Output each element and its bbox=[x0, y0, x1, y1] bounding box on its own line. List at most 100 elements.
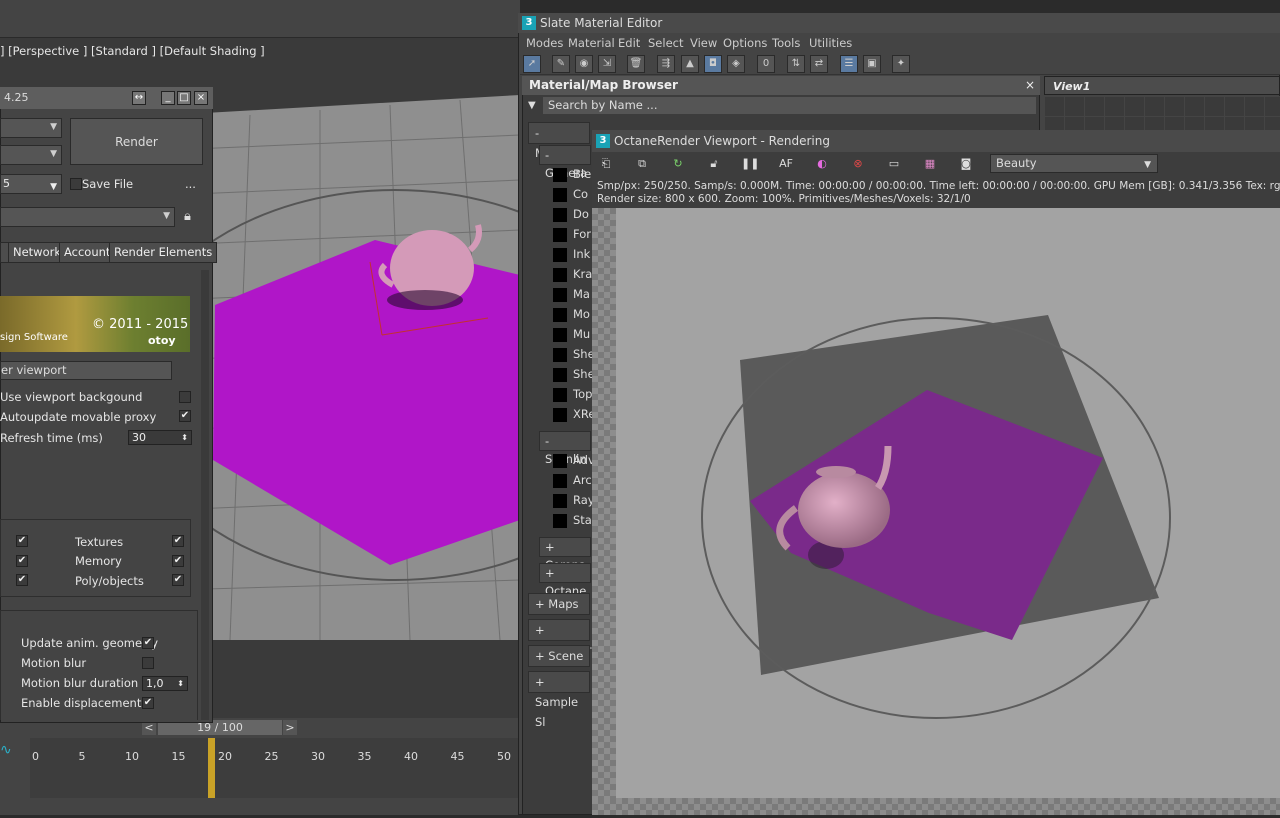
motion-blur-duration-spinner[interactable]: 1,0 ⬍ bbox=[142, 676, 188, 691]
material-item[interactable]: Kra bbox=[553, 267, 593, 285]
viewport-label[interactable]: ] [Perspective ] [Standard ] [Default Sh… bbox=[0, 44, 265, 58]
render-viewport-button[interactable]: er viewport bbox=[0, 361, 172, 380]
use-viewport-background-checkbox[interactable] bbox=[179, 391, 191, 403]
material-item[interactable]: Do bbox=[553, 207, 593, 225]
view-dropdown[interactable]: ▼ bbox=[0, 207, 175, 227]
close-button[interactable]: × bbox=[194, 91, 208, 105]
category-general[interactable]: - Genera bbox=[539, 145, 591, 180]
render-pass-dropdown[interactable]: Beauty ▼ bbox=[990, 154, 1158, 173]
render-button[interactable]: Render bbox=[70, 118, 203, 165]
menu-utilities[interactable]: Utilities bbox=[809, 36, 852, 50]
category-scene-materials[interactable]: + Scene Mat bbox=[528, 645, 590, 683]
poly-objects-checkbox[interactable]: ✔ bbox=[172, 574, 184, 586]
camera-icon[interactable]: ◙ bbox=[957, 155, 975, 173]
category-controllers[interactable]: + Controller bbox=[528, 619, 592, 657]
frame-dropdown[interactable]: 5 ▼ bbox=[0, 174, 62, 194]
move-children-icon[interactable]: ⇶ bbox=[657, 55, 675, 73]
film-icon[interactable]: ▦ bbox=[921, 155, 939, 173]
material-item[interactable]: She bbox=[553, 367, 593, 385]
sample-slot-icon[interactable]: 0 bbox=[757, 55, 775, 73]
category-corona[interactable]: + Corona bbox=[539, 537, 591, 572]
material-item[interactable]: XRe bbox=[553, 407, 593, 425]
preset-dropdown[interactable]: ▼ bbox=[0, 145, 62, 165]
material-item[interactable]: Arc bbox=[553, 473, 593, 491]
browser-close-icon[interactable]: × bbox=[1025, 78, 1035, 92]
memory-checkbox[interactable]: ✔ bbox=[172, 555, 184, 567]
timeline-next-button[interactable]: > bbox=[283, 720, 297, 735]
stat-checkbox[interactable]: ✔ bbox=[16, 535, 28, 547]
stat-checkbox[interactable]: ✔ bbox=[16, 555, 28, 567]
pause-icon[interactable]: ❚❚ bbox=[741, 155, 759, 173]
motion-blur-checkbox[interactable] bbox=[142, 657, 154, 669]
material-item[interactable]: Ma bbox=[553, 287, 593, 305]
material-item[interactable]: Top bbox=[553, 387, 593, 405]
material-item[interactable]: Mu bbox=[553, 327, 593, 345]
tab-render-elements[interactable]: Render Elements bbox=[109, 242, 218, 263]
lock-viewport-icon[interactable]: 🔓︎ bbox=[705, 155, 723, 173]
material-item[interactable]: Mo bbox=[553, 307, 593, 325]
tab-view1[interactable]: View1 bbox=[1044, 76, 1280, 95]
category-sample-slots[interactable]: + Sample Sl bbox=[528, 671, 590, 729]
delete-icon[interactable]: 🗑︎ bbox=[627, 55, 645, 73]
menu-view[interactable]: View bbox=[690, 36, 717, 50]
panel-scrollbar[interactable] bbox=[201, 270, 209, 720]
background-icon[interactable]: ◈ bbox=[727, 55, 745, 73]
tab-account[interactable]: Account bbox=[59, 242, 116, 263]
menu-edit[interactable]: Edit bbox=[618, 36, 640, 50]
stat-checkbox[interactable]: ✔ bbox=[16, 574, 28, 586]
browse-button[interactable]: ... bbox=[185, 177, 196, 191]
textures-checkbox[interactable]: ✔ bbox=[172, 535, 184, 547]
curve-icon[interactable]: ∿ bbox=[0, 742, 12, 758]
lock-icon[interactable]: 🔒︎ bbox=[184, 209, 191, 224]
material-item[interactable]: Adv bbox=[553, 453, 593, 471]
menu-material[interactable]: Material bbox=[568, 36, 615, 50]
put-to-library-icon[interactable]: ⇲ bbox=[598, 55, 616, 73]
region-render-icon[interactable]: ▭ bbox=[885, 155, 903, 173]
select-by-material-icon[interactable]: ✦ bbox=[892, 55, 910, 73]
assign-material-icon[interactable]: ◉ bbox=[575, 55, 593, 73]
minimize-button[interactable]: _ bbox=[161, 91, 175, 105]
save-file-checkbox[interactable] bbox=[70, 178, 82, 190]
dock-icon[interactable]: ↔ bbox=[132, 91, 146, 105]
render-image[interactable] bbox=[616, 208, 1280, 798]
maximize-button[interactable]: □ bbox=[177, 91, 191, 105]
material-item[interactable]: Co bbox=[553, 187, 593, 205]
eyedropper-icon[interactable]: ✎ bbox=[552, 55, 570, 73]
timeline-track[interactable] bbox=[30, 738, 520, 798]
material-item[interactable]: She bbox=[553, 347, 593, 365]
category-materials[interactable]: - Materials bbox=[528, 122, 590, 160]
menu-select[interactable]: Select bbox=[648, 36, 683, 50]
time-slider-marker[interactable] bbox=[208, 738, 215, 798]
tab-network[interactable]: Network bbox=[8, 242, 67, 263]
save-render-icon[interactable]: ⎗ bbox=[597, 155, 615, 173]
material-item[interactable]: Ble bbox=[553, 167, 593, 185]
search-options-icon[interactable]: ▼ bbox=[528, 100, 536, 111]
restart-render-icon[interactable]: ↻ bbox=[669, 155, 687, 173]
target-dropdown[interactable]: ▼ bbox=[0, 118, 62, 138]
menu-tools[interactable]: Tools bbox=[772, 36, 800, 50]
color-picker-icon[interactable]: ◐ bbox=[813, 155, 831, 173]
parameter-editor-icon[interactable]: ▣ bbox=[863, 55, 881, 73]
enable-displacement-checkbox[interactable]: ✔ bbox=[142, 697, 154, 709]
layout-all-icon[interactable]: ⇅ bbox=[787, 55, 805, 73]
material-item[interactable]: Sta bbox=[553, 513, 593, 531]
material-browser-icon[interactable]: ☰ bbox=[840, 55, 858, 73]
material-item[interactable]: For bbox=[553, 227, 593, 245]
material-item[interactable]: Ray bbox=[553, 493, 593, 511]
category-scanline[interactable]: - Scanlin bbox=[539, 431, 591, 466]
menu-modes[interactable]: Modes bbox=[526, 36, 563, 50]
category-octane[interactable]: + Octane bbox=[539, 563, 591, 598]
update-anim-geometry-checkbox[interactable]: ✔ bbox=[142, 637, 154, 649]
show-map-icon[interactable]: ◘ bbox=[704, 55, 722, 73]
refresh-time-spinner[interactable]: 30 ⬍ bbox=[128, 430, 192, 445]
category-maps[interactable]: + Maps bbox=[528, 593, 590, 615]
select-tool-icon[interactable]: ➚ bbox=[523, 55, 541, 73]
browser-search-input[interactable]: Search by Name ... bbox=[543, 97, 1036, 114]
copy-icon[interactable]: ⧉ bbox=[633, 155, 651, 173]
stop-render-icon[interactable]: ⊗ bbox=[849, 155, 867, 173]
autoupdate-proxy-checkbox[interactable]: ✔ bbox=[179, 410, 191, 422]
menu-options[interactable]: Options bbox=[723, 36, 767, 50]
material-item[interactable]: Ink bbox=[553, 247, 593, 265]
hide-unused-icon[interactable]: ▲ bbox=[681, 55, 699, 73]
focus-picker-icon[interactable]: AF bbox=[777, 155, 795, 173]
